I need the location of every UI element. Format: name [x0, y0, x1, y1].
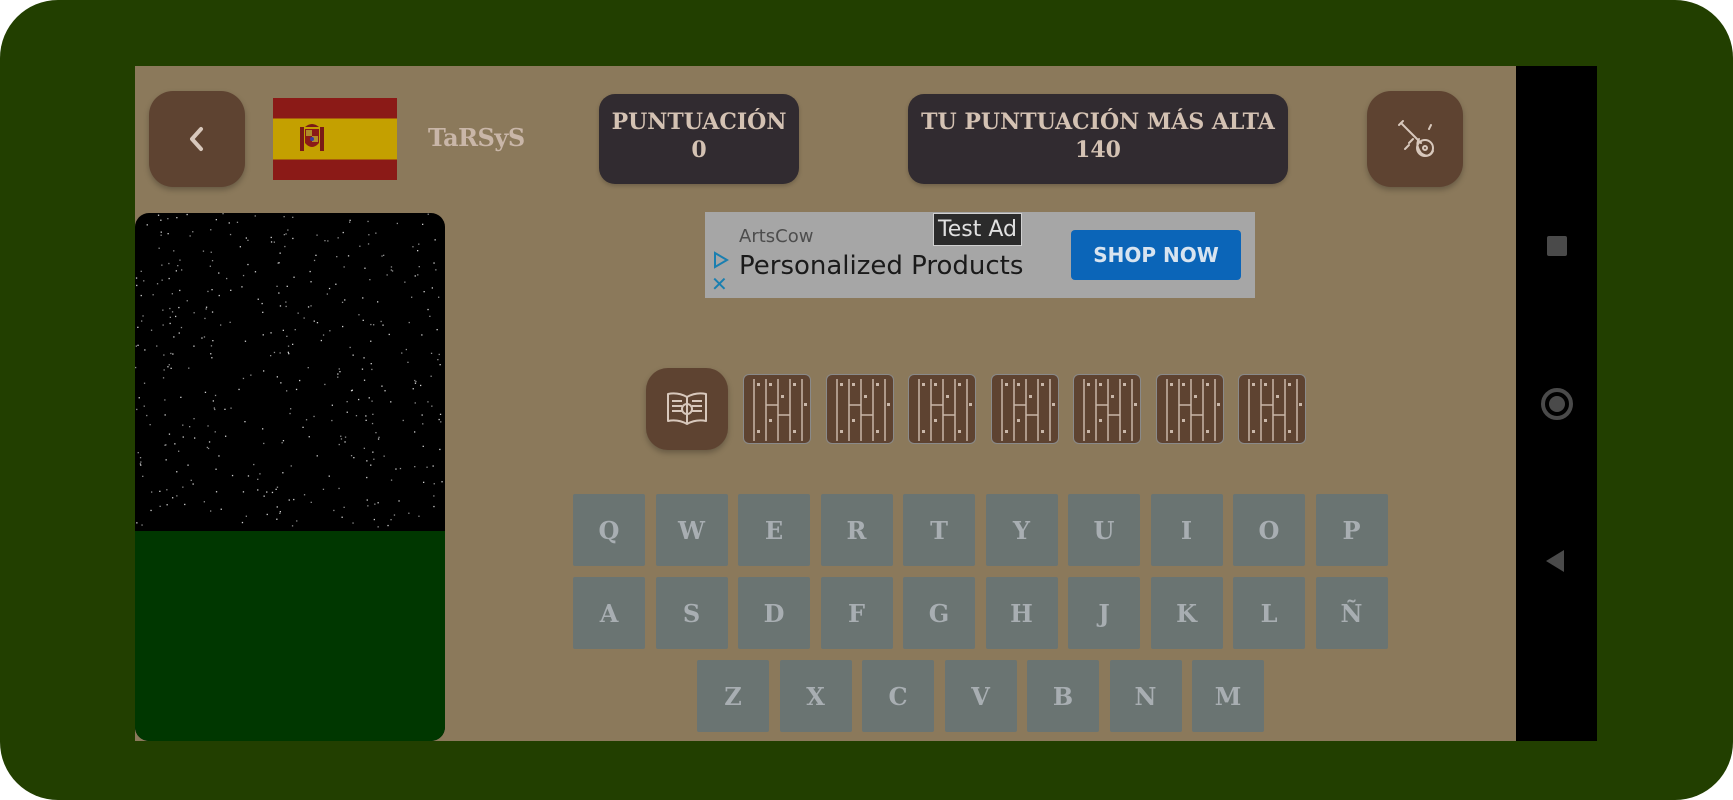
- key-h[interactable]: H: [985, 577, 1058, 649]
- key-l[interactable]: L: [1233, 577, 1305, 649]
- music-toggle-button[interactable]: [1367, 91, 1463, 187]
- score-label: PUNTUACIÓN: [611, 109, 787, 135]
- ad-banner[interactable]: ✕ ArtsCow Personalized Products Test Ad …: [705, 212, 1255, 298]
- letter-slot: [908, 374, 976, 444]
- key-a[interactable]: A: [573, 577, 645, 649]
- letter-slot: [990, 374, 1059, 444]
- key-ñ[interactable]: Ñ: [1315, 577, 1388, 649]
- ad-advertiser: ArtsCow: [739, 226, 814, 247]
- game-screen: TaRSyS PUNTUACIÓN 0 TU PUNTUACIÓN MÁS AL…: [135, 66, 1597, 741]
- key-v[interactable]: V: [944, 660, 1017, 732]
- key-n[interactable]: N: [1109, 660, 1182, 732]
- guitar-icon: [1398, 120, 1434, 157]
- key-g[interactable]: G: [903, 577, 975, 649]
- ad-close-icon[interactable]: ✕: [711, 274, 728, 294]
- ad-choices-icon[interactable]: [711, 250, 731, 270]
- coat-of-arms-icon: [300, 124, 324, 151]
- ad-headline[interactable]: Personalized Products: [739, 251, 1023, 281]
- score-value: 0: [691, 137, 707, 163]
- letter-slot: [743, 374, 811, 444]
- key-s[interactable]: S: [655, 577, 728, 649]
- spain-flag-icon[interactable]: [273, 98, 397, 180]
- key-x[interactable]: X: [779, 660, 852, 732]
- key-k[interactable]: K: [1150, 577, 1223, 649]
- key-q[interactable]: Q: [573, 494, 645, 566]
- hint-book-button[interactable]: [646, 368, 728, 450]
- key-z[interactable]: Z: [697, 660, 769, 732]
- key-p[interactable]: P: [1315, 494, 1388, 566]
- key-y[interactable]: Y: [985, 494, 1058, 566]
- key-e[interactable]: E: [738, 494, 810, 566]
- letter-slot: [825, 374, 894, 444]
- home-icon[interactable]: [1541, 388, 1573, 420]
- key-j[interactable]: J: [1068, 577, 1140, 649]
- key-c[interactable]: C: [862, 660, 934, 732]
- key-o[interactable]: O: [1233, 494, 1305, 566]
- brand-name: TaRSyS: [428, 123, 525, 152]
- key-m[interactable]: M: [1192, 660, 1264, 732]
- key-u[interactable]: U: [1068, 494, 1140, 566]
- letter-slot: [1155, 374, 1224, 444]
- back-nav-icon[interactable]: [1546, 550, 1564, 572]
- high-score-panel: TU PUNTUACIÓN MÁS ALTA 140: [908, 94, 1288, 184]
- android-nav-bar: [1516, 66, 1597, 741]
- key-w[interactable]: W: [655, 494, 728, 566]
- high-score-label: TU PUNTUACIÓN MÁS ALTA: [921, 109, 1275, 135]
- key-r[interactable]: R: [820, 494, 893, 566]
- high-score-value: 140: [1075, 137, 1121, 163]
- chevron-left-icon: [190, 127, 203, 151]
- letter-slot: [1238, 374, 1306, 444]
- score-panel: PUNTUACIÓN 0: [599, 94, 799, 184]
- recents-icon[interactable]: [1547, 236, 1567, 256]
- test-ad-badge: Test Ad: [933, 213, 1022, 246]
- key-d[interactable]: D: [738, 577, 810, 649]
- starfield: [135, 213, 444, 528]
- key-i[interactable]: I: [1150, 494, 1223, 566]
- letter-slot: [1073, 374, 1141, 444]
- key-f[interactable]: F: [820, 577, 893, 649]
- back-button[interactable]: [149, 91, 245, 187]
- open-book-icon: [667, 392, 707, 425]
- hangman-scene: [135, 213, 445, 741]
- key-t[interactable]: T: [903, 494, 975, 566]
- key-b[interactable]: B: [1027, 660, 1099, 732]
- shop-now-button[interactable]: SHOP NOW: [1071, 230, 1241, 280]
- grass-ground: [135, 531, 445, 741]
